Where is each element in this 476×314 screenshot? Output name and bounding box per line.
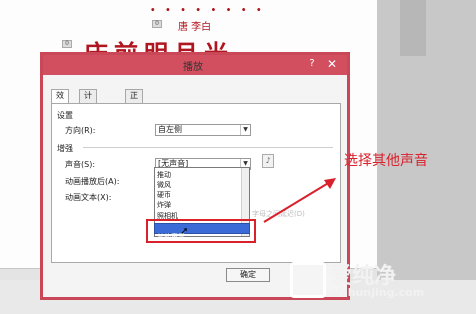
watermark-url: aichunjing.com: [330, 286, 425, 299]
arrow-line: [263, 181, 331, 223]
annotation-text: 选择其他声音: [344, 153, 428, 169]
watermark-logo-icon: [290, 262, 326, 298]
